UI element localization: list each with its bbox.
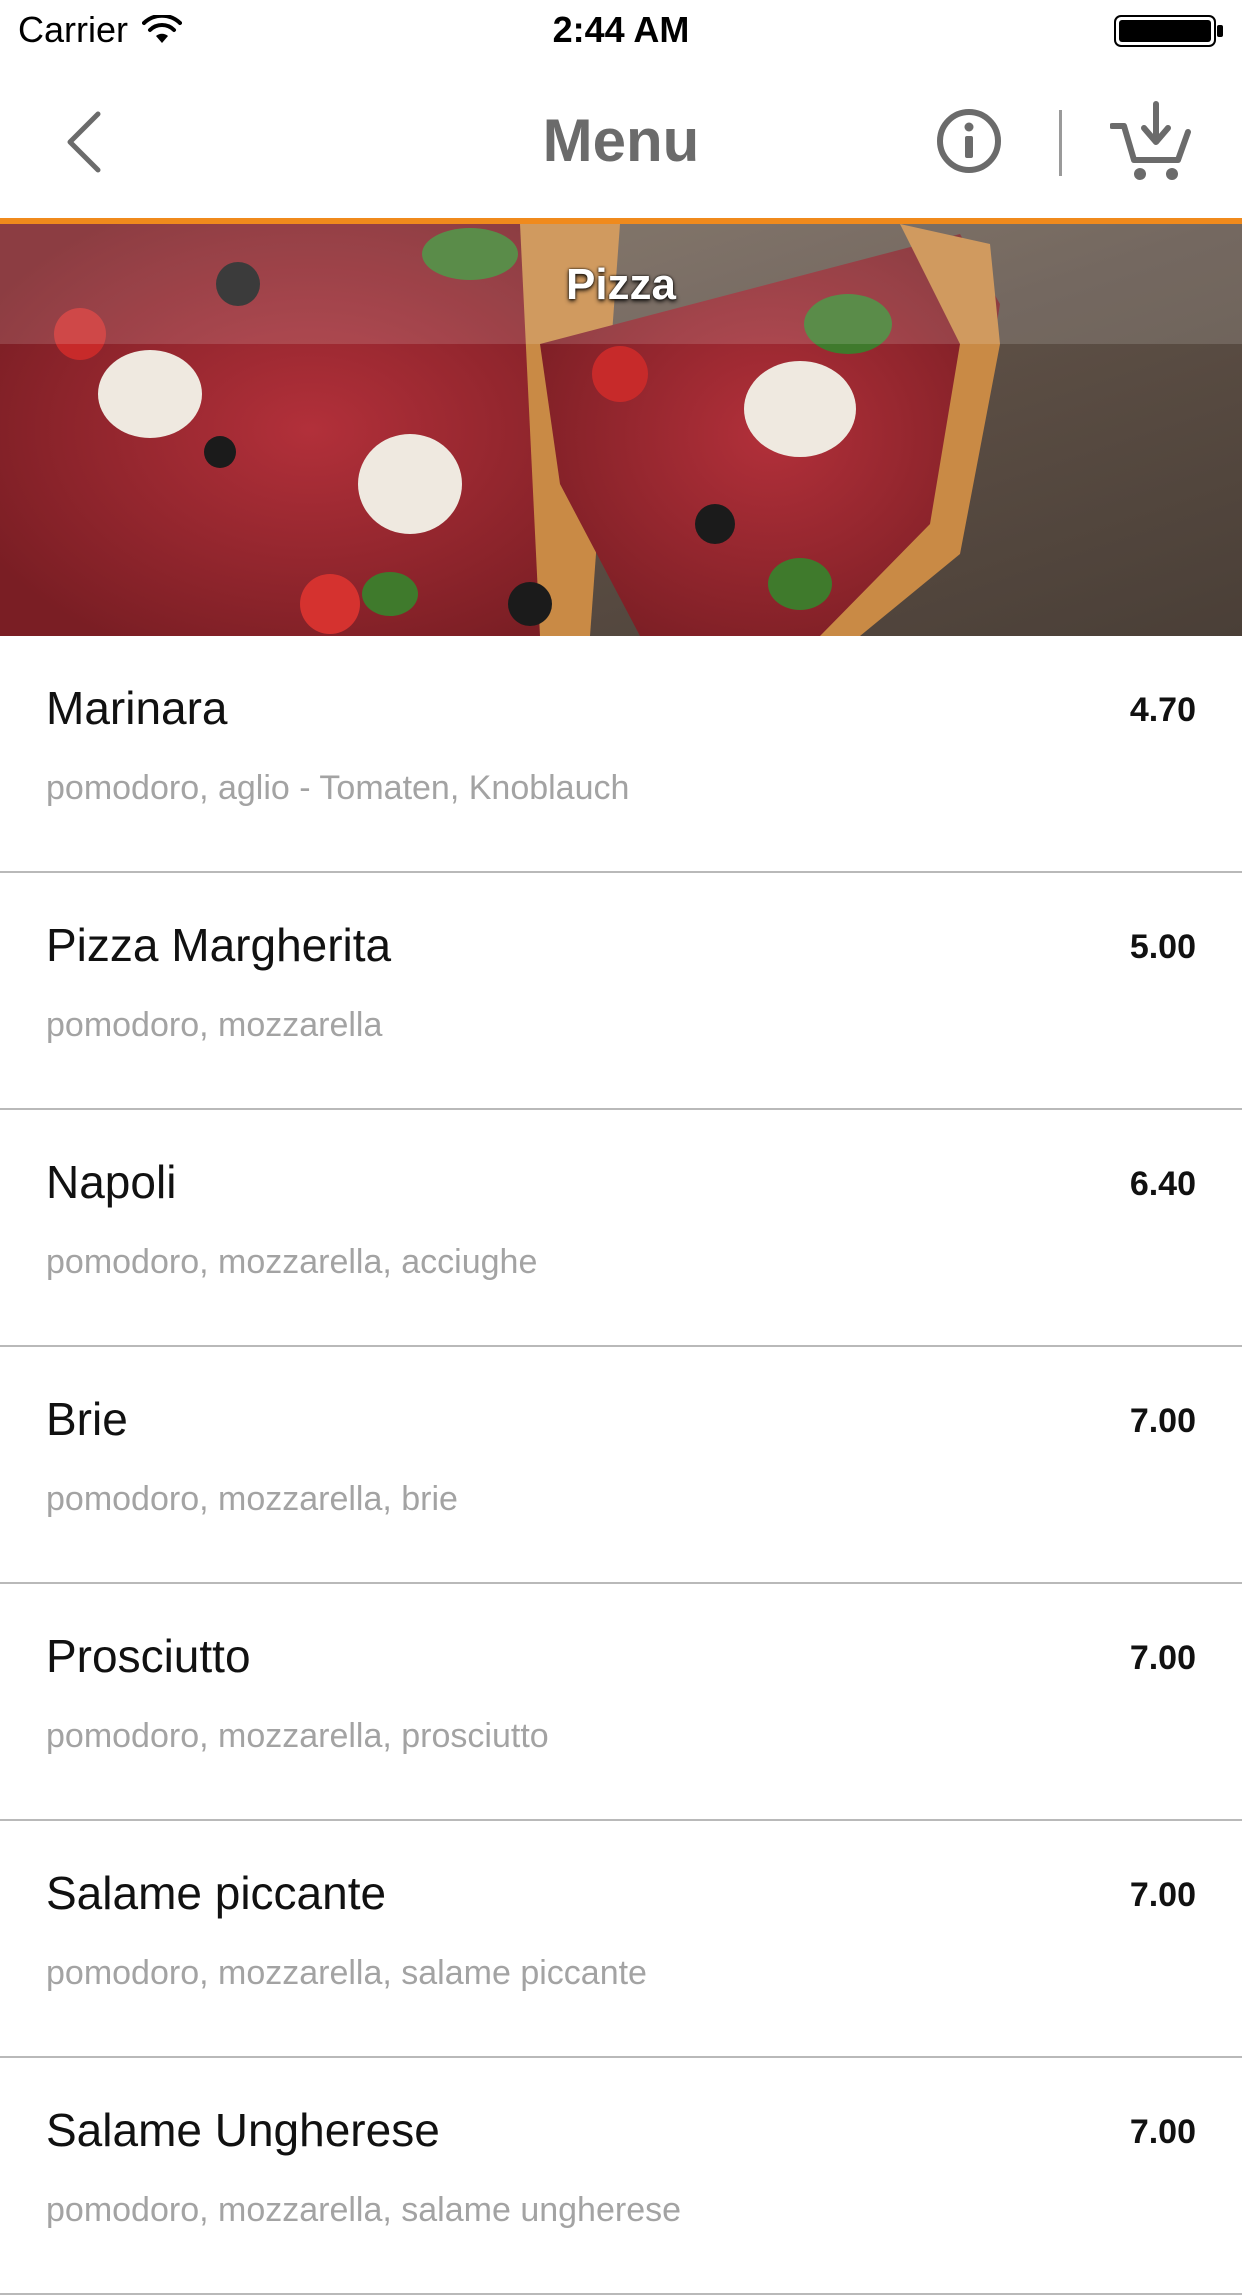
- nav-bar: Menu: [0, 60, 1242, 220]
- page-title: Menu: [542, 107, 700, 174]
- item-description: pomodoro, mozzarella, salame piccante: [46, 1954, 647, 1992]
- menu-item-pizza-margherita[interactable]: Pizza Margherita 5.00 pomodoro, mozzarel…: [0, 873, 1242, 1110]
- menu-item-marinara[interactable]: Marinara 4.70 pomodoro, aglio - Tomaten,…: [0, 636, 1242, 873]
- item-description: pomodoro, mozzarella, salame ungherese: [46, 2191, 682, 2229]
- info-button[interactable]: [936, 108, 1002, 174]
- item-price: 7.00: [1129, 1639, 1196, 1677]
- cart-add-icon: [1109, 101, 1191, 180]
- item-price: 5.00: [1129, 928, 1196, 966]
- item-name: Salame Ungherese: [46, 2104, 440, 2156]
- item-price: 4.70: [1129, 691, 1196, 729]
- battery-icon: [1114, 15, 1223, 47]
- status-bar: Carrier 2:44 AM: [0, 0, 1242, 60]
- item-price: 7.00: [1129, 1876, 1196, 1914]
- item-description: pomodoro, mozzarella, prosciutto: [46, 1717, 549, 1755]
- category-banner: Pizza: [0, 224, 1242, 636]
- item-name: Brie: [46, 1393, 128, 1445]
- menu-item-prosciutto[interactable]: Prosciutto 7.00 pomodoro, mozzarella, pr…: [0, 1584, 1242, 1821]
- item-name: Pizza Margherita: [46, 919, 392, 971]
- status-time: 2:44 AM: [552, 9, 690, 50]
- item-name: Salame piccante: [46, 1867, 387, 1919]
- item-name: Prosciutto: [46, 1630, 251, 1682]
- item-description: pomodoro, aglio - Tomaten, Knoblauch: [46, 769, 630, 807]
- item-price: 7.00: [1129, 1402, 1196, 1440]
- item-price: 6.40: [1129, 1165, 1196, 1203]
- menu-item-napoli[interactable]: Napoli 6.40 pomodoro, mozzarella, acciug…: [0, 1110, 1242, 1347]
- nav-divider: [1059, 110, 1062, 176]
- category-title: Pizza: [565, 260, 677, 309]
- item-description: pomodoro, mozzarella, acciughe: [46, 1243, 538, 1281]
- menu-list: Marinara 4.70 pomodoro, aglio - Tomaten,…: [0, 636, 1242, 2295]
- menu-item-brie[interactable]: Brie 7.00 pomodoro, mozzarella, brie: [0, 1347, 1242, 1584]
- info-icon: [937, 109, 1001, 173]
- item-name: Napoli: [46, 1156, 177, 1208]
- menu-item-salame-ungherese[interactable]: Salame Ungherese 7.00 pomodoro, mozzarel…: [0, 2058, 1242, 2295]
- menu-item-salame-piccante[interactable]: Salame piccante 7.00 pomodoro, mozzarell…: [0, 1821, 1242, 2058]
- cart-button[interactable]: [1109, 100, 1194, 184]
- item-name: Marinara: [46, 682, 228, 734]
- item-description: pomodoro, mozzarella: [46, 1006, 383, 1044]
- item-description: pomodoro, mozzarella, brie: [46, 1480, 458, 1518]
- item-price: 7.00: [1129, 2113, 1196, 2151]
